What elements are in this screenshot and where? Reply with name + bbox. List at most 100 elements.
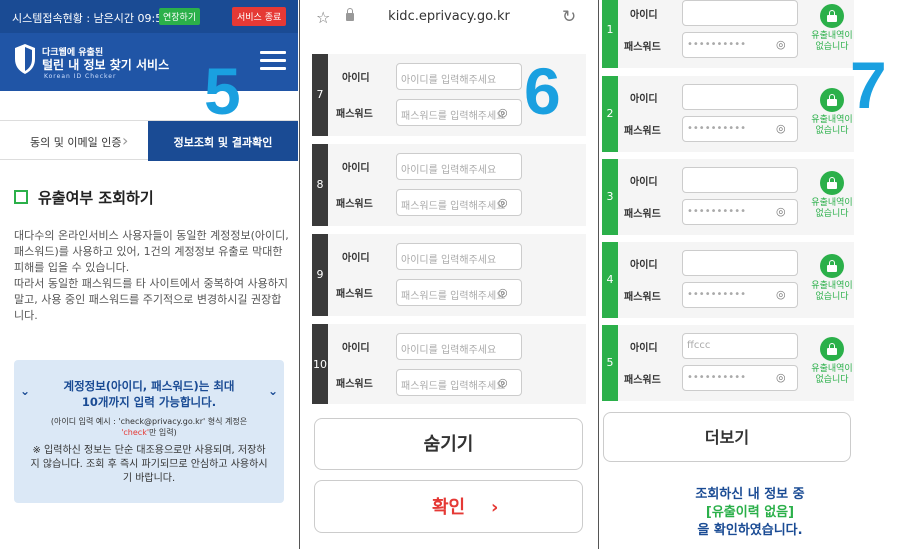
row-number: 10	[313, 358, 327, 371]
password-label: 패스워드	[336, 109, 373, 120]
chevron-right-icon: ›	[122, 131, 129, 150]
lock-icon	[820, 254, 844, 278]
eye-slash-icon[interactable]: ◎	[776, 288, 786, 301]
lock-icon	[820, 171, 844, 195]
confirm-button[interactable]: 확인 ›	[314, 480, 583, 533]
step-number-5: 5	[204, 54, 241, 128]
id-input[interactable]	[682, 0, 798, 26]
info-box-note: ※ 입력하신 정보는 단순 대조용으로만 사용되며, 저장하지 않습니다. 조회…	[30, 445, 268, 484]
list-item: 10 아이디 아이디를 입력해주세요 패스워드 패스워드를 입력해주세요 ◎	[312, 324, 586, 404]
extend-session-button[interactable]: 연장하기	[159, 8, 201, 25]
id-label: 아이디	[630, 260, 658, 271]
step-tabs: 동의 및 이메일 인증 › 정보조회 및 결과확인	[0, 120, 298, 161]
site-header: 다크웹에 유출된 털린 내 정보 찾기 서비스 Korean ID Checke…	[0, 33, 298, 91]
info-box-heading: 계정정보(아이디, 패스워드)는 최대 10개까지 입력 가능합니다.	[34, 378, 264, 410]
id-input[interactable]: 아이디를 입력해주세요	[396, 333, 522, 360]
id-input[interactable]: 아이디를 입력해주세요	[396, 153, 522, 180]
chevron-down-icon[interactable]: ⌄	[268, 384, 278, 398]
tab-lookup-result[interactable]: 정보조회 및 결과확인	[148, 121, 298, 161]
list-item: 8 아이디 아이디를 입력해주세요 패스워드 패스워드를 입력해주세요 ◎	[312, 144, 586, 226]
no-leak-badge: 유출내역이 없습니다	[802, 4, 862, 53]
row-number: 3	[606, 190, 614, 203]
list-item: 2 아이디 패스워드 •••••••••• ◎ 유출내역이 없습니다	[602, 76, 854, 152]
no-leak-text-line2: 없습니다	[815, 126, 849, 136]
session-timer-text: 시스템접속현황 : 남은시간 09:53	[12, 12, 170, 25]
id-label: 아이디	[342, 343, 370, 354]
eye-slash-icon[interactable]: ◎	[776, 205, 786, 218]
no-leak-badge: 유출내역이 없습니다	[802, 171, 862, 220]
eye-slash-icon[interactable]: ◎	[498, 106, 508, 119]
chevron-down-icon[interactable]: ⌄	[20, 384, 30, 398]
divider	[299, 0, 300, 549]
eye-slash-icon[interactable]: ◎	[776, 371, 786, 384]
step-number-6: 6	[524, 54, 561, 128]
no-leak-text-line1: 유출내역이	[811, 31, 853, 41]
list-item: 1 아이디 패스워드 •••••••••• ◎ 유출내역이 없습니다	[602, 0, 854, 68]
row-number: 2	[606, 107, 614, 120]
no-leak-text-line2: 없습니다	[815, 292, 849, 302]
browser-address-bar: ☆ kidc.eprivacy.go.kr ↻	[302, 0, 596, 36]
password-label: 패스워드	[624, 375, 661, 386]
password-label: 패스워드	[336, 199, 373, 210]
divider	[598, 0, 599, 549]
end-service-button[interactable]: 서비스 종료	[232, 7, 287, 26]
more-button[interactable]: 더보기	[603, 412, 851, 462]
no-leak-text-line2: 없습니다	[815, 375, 849, 385]
row-number: 1	[606, 23, 614, 36]
session-status-bar: 시스템접속현황 : 남은시간 09:53 연장하기 서비스 종료	[0, 0, 298, 33]
example-text-pre: (아이디 입력 예시 : 'check@privacy.go.kr' 형식 계정…	[50, 417, 248, 426]
eye-slash-icon[interactable]: ◎	[776, 122, 786, 135]
result-message: 조회하신 내 정보 중 [유출이력 없음] 을 확인하였습니다.	[640, 486, 860, 540]
panel-step6: ☆ kidc.eprivacy.go.kr ↻ 7 아이디 아이디를 입력해주세…	[302, 0, 596, 549]
id-input[interactable]	[682, 84, 798, 110]
hamburger-menu-icon[interactable]	[260, 51, 286, 71]
result-line3: 을 확인하였습니다.	[697, 523, 803, 538]
confirm-button-label: 확인	[431, 497, 466, 518]
id-input[interactable]	[682, 250, 798, 276]
panel-step7: 1 아이디 패스워드 •••••••••• ◎ 유출내역이 없습니다 2 아이디 …	[600, 0, 900, 549]
row-number: 5	[606, 356, 614, 369]
result-line2: [유출이력 없음]	[705, 505, 795, 520]
row-number: 8	[316, 178, 324, 191]
example-text-post: 만 입력)	[149, 428, 177, 437]
result-line1: 조회하신 내 정보 중	[695, 487, 805, 502]
section-title: 유출여부 조회하기	[38, 189, 154, 207]
eye-slash-icon[interactable]: ◎	[498, 286, 508, 299]
password-label: 패스워드	[336, 379, 373, 390]
step-number-7: 7	[850, 48, 887, 122]
no-leak-text-line1: 유출내역이	[811, 281, 853, 291]
id-label: 아이디	[342, 73, 370, 84]
lock-icon	[820, 337, 844, 361]
lock-icon	[820, 4, 844, 28]
id-input[interactable]: 아이디를 입력해주세요	[396, 63, 522, 90]
eye-slash-icon[interactable]: ◎	[776, 38, 786, 51]
list-item: 9 아이디 아이디를 입력해주세요 패스워드 패스워드를 입력해주세요 ◎	[312, 234, 586, 316]
hide-button[interactable]: 숨기기	[314, 418, 583, 470]
id-input[interactable]	[682, 167, 798, 193]
row-number: 9	[316, 268, 324, 281]
eye-slash-icon[interactable]: ◎	[498, 196, 508, 209]
chevron-right-icon: ›	[491, 497, 499, 518]
url-text[interactable]: kidc.eprivacy.go.kr	[302, 9, 596, 24]
tab-consent-email[interactable]: 동의 및 이메일 인증 ›	[0, 121, 148, 161]
info-box: ⌄ ⌄ 계정정보(아이디, 패스워드)는 최대 10개까지 입력 가능합니다. …	[14, 360, 284, 503]
no-leak-text-line1: 유출내역이	[811, 115, 853, 125]
id-label: 아이디	[630, 10, 658, 21]
header-spacer	[0, 91, 298, 119]
no-leak-badge: 유출내역이 없습니다	[802, 337, 862, 386]
no-leak-text-line1: 유출내역이	[811, 198, 853, 208]
id-label: 아이디	[630, 343, 658, 354]
info-box-heading-line2: 10개까지 입력 가능합니다.	[81, 395, 217, 409]
id-input[interactable]: ffccc	[682, 333, 798, 359]
logo-title[interactable]: 털린 내 정보 찾기 서비스	[42, 56, 169, 73]
description-paragraph-1: 대다수의 온라인서비스 사용자들이 동일한 계정정보(아이디, 패스워드)를 사…	[14, 229, 289, 274]
eye-slash-icon[interactable]: ◎	[498, 376, 508, 389]
list-item: 5 아이디 ffccc 패스워드 •••••••••• ◎ 유출내역이 없습니다	[602, 325, 854, 401]
password-label: 패스워드	[624, 292, 661, 303]
reload-icon[interactable]: ↻	[562, 7, 576, 27]
no-leak-text-line1: 유출내역이	[811, 364, 853, 374]
password-label: 패스워드	[624, 209, 661, 220]
list-item: 4 아이디 패스워드 •••••••••• ◎ 유출내역이 없습니다	[602, 242, 854, 318]
row-number: 4	[606, 273, 614, 286]
id-input[interactable]: 아이디를 입력해주세요	[396, 243, 522, 270]
